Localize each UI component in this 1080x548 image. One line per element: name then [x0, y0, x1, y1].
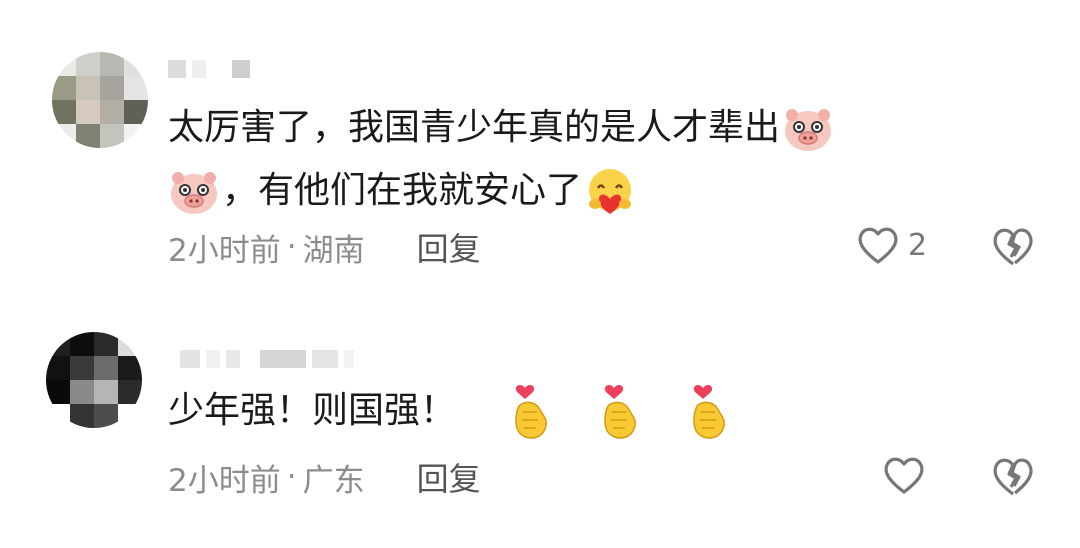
- comment-text: 少年强！则国强！: [168, 376, 737, 446]
- meta-separator: ·: [286, 229, 297, 265]
- reply-button[interactable]: 回复: [417, 224, 481, 270]
- heart-hug-emoji: [589, 169, 632, 214]
- pig-face-emoji: [171, 172, 217, 214]
- comment-meta: 2小时前 · 湖南 回复: [168, 224, 481, 270]
- comment-time: 2小时前: [168, 462, 281, 499]
- like-button[interactable]: 2: [856, 224, 927, 266]
- like-button[interactable]: [882, 454, 926, 496]
- like-count: 2: [908, 227, 928, 263]
- comment-meta: 2小时前 · 广东 回复: [168, 454, 481, 500]
- heart-outline-icon: [884, 457, 924, 494]
- finger-heart-emoji: [515, 385, 547, 439]
- username-blurred[interactable]: [180, 346, 354, 372]
- avatar[interactable]: [52, 52, 148, 148]
- comment-location: 广东: [302, 462, 365, 499]
- dislike-button[interactable]: [990, 224, 1036, 268]
- dislike-button[interactable]: [990, 454, 1036, 498]
- finger-heart-emoji: [692, 385, 725, 439]
- broken-heart-icon: [993, 228, 1033, 266]
- comment-item: 太厉害了，我国青少年真的是人才辈出 ，有他们在我就安心了 2小时前 · 湖南 回…: [0, 0, 1080, 290]
- comment-item: 少年强！则国强！ 2小时前 · 广东 回复: [0, 290, 1080, 548]
- comment-text-line1: 太厉害了，我国青少年真的是人才辈出: [168, 107, 781, 148]
- comment-text-row2: ，有他们在我就安心了: [166, 156, 638, 226]
- meta-separator: ·: [286, 459, 297, 495]
- comment-text: 太厉害了，我国青少年真的是人才辈出: [168, 93, 836, 163]
- comment-location: 湖南: [302, 232, 365, 269]
- comment-time: 2小时前: [168, 232, 281, 269]
- avatar[interactable]: [46, 332, 142, 428]
- comment-text-line2: ，有他们在我就安心了: [222, 170, 583, 211]
- username-blurred[interactable]: [168, 56, 250, 82]
- finger-heart-emoji: [604, 385, 636, 439]
- pig-face-emoji: [785, 109, 832, 151]
- comment-text-line1: 少年强！则国强！: [168, 390, 457, 431]
- broken-heart-icon: [993, 458, 1033, 496]
- heart-outline-icon: [858, 227, 898, 264]
- reply-button[interactable]: 回复: [417, 454, 481, 500]
